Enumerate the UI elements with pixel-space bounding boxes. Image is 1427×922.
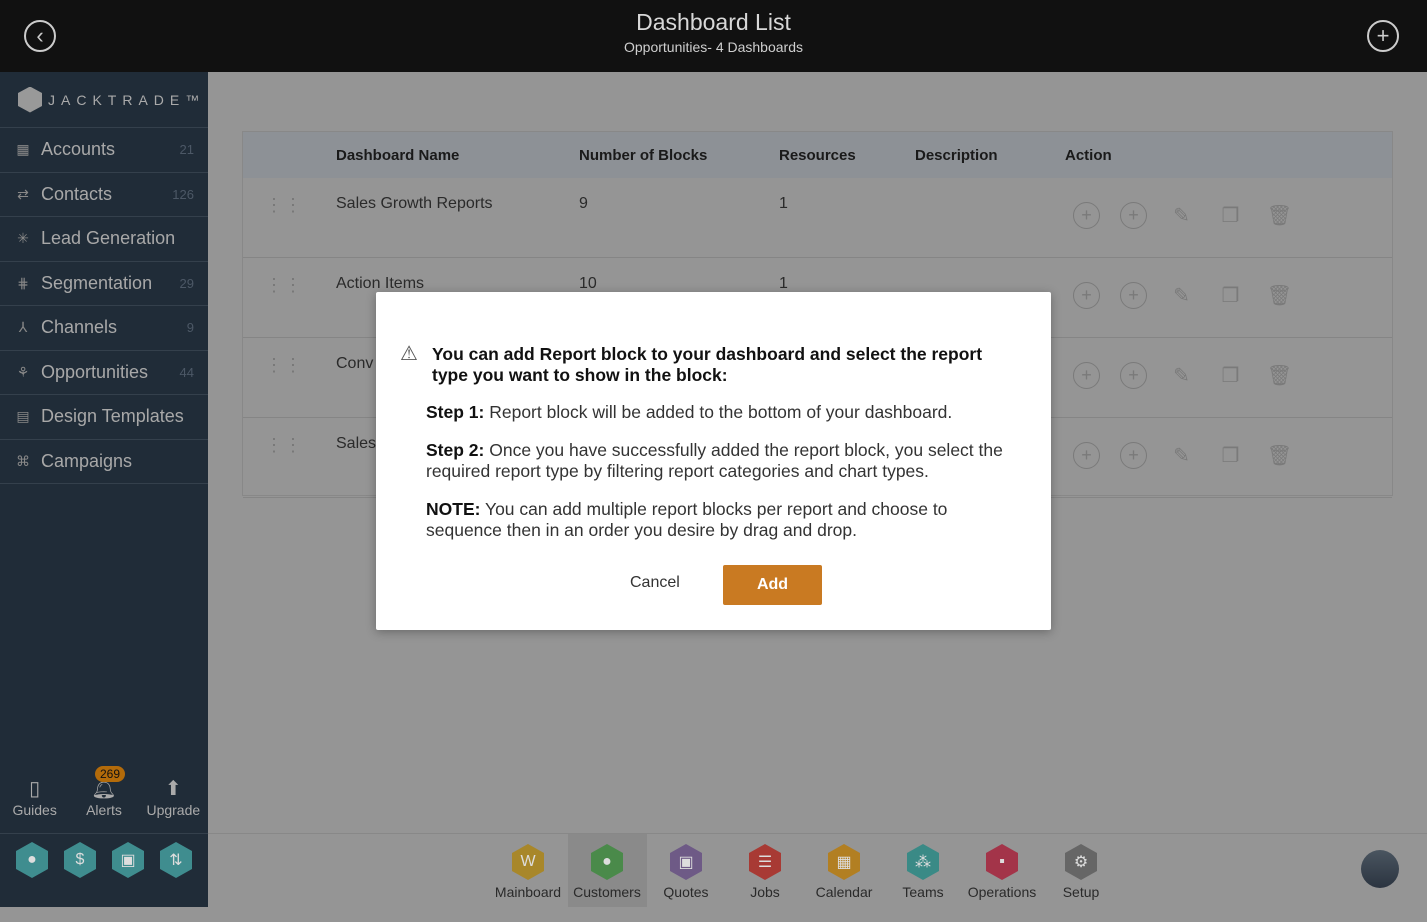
- page-subtitle: Opportunities- 4 Dashboards: [624, 39, 803, 55]
- trash-icon[interactable]: 🗑︎: [1265, 442, 1294, 469]
- calendar-icon: ▦: [828, 844, 860, 880]
- sidebar-item-campaigns[interactable]: ⌘ Campaigns: [0, 440, 208, 484]
- jobs-icon: ☰: [749, 844, 781, 880]
- money-hex-icon[interactable]: ▣: [112, 842, 144, 878]
- sidebar-item-lead-generation[interactable]: ✳ Lead Generation: [0, 217, 208, 262]
- back-button[interactable]: ‹: [24, 20, 56, 52]
- add-button[interactable]: Add: [723, 565, 822, 605]
- app-calendar[interactable]: ▦ Calendar: [805, 834, 884, 908]
- add-block-icon[interactable]: +: [1073, 202, 1100, 229]
- flow-hex-icon[interactable]: ⇅: [160, 842, 192, 878]
- mainboard-icon: W: [512, 844, 544, 880]
- add-icon[interactable]: +: [1120, 442, 1147, 469]
- guides-button[interactable]: ▯ Guides: [5, 776, 65, 833]
- sidebar-item-design-templates[interactable]: ▤ Design Templates: [0, 395, 208, 440]
- edit-pencil-icon[interactable]: ✎: [1167, 202, 1196, 229]
- page-title: Dashboard List: [636, 9, 791, 35]
- logo-hex-icon: [18, 86, 42, 113]
- item-count: 29: [179, 275, 194, 291]
- item-count: 21: [179, 142, 194, 157]
- alerts-button[interactable]: 🔔︎ 269 Alerts: [74, 766, 134, 833]
- add-icon[interactable]: +: [1120, 362, 1147, 389]
- add-dashboard-button[interactable]: +: [1367, 20, 1399, 52]
- setup-icon: ⚙: [1065, 844, 1097, 880]
- customers-icon: ●: [591, 844, 623, 880]
- drag-handle-icon[interactable]: ⋮⋮: [265, 355, 303, 376]
- add-icon[interactable]: +: [1120, 282, 1147, 309]
- operations-icon: ▪: [986, 844, 1018, 880]
- sidebar-item-channels[interactable]: ⅄ Channels 9: [0, 306, 208, 351]
- edit-pencil-icon[interactable]: ✎: [1167, 442, 1196, 469]
- warning-icon: ⚠: [400, 343, 418, 365]
- sidebar-item-contacts[interactable]: ⇄ Contacts 126: [0, 173, 208, 217]
- trash-icon[interactable]: 🗑︎: [1265, 202, 1294, 229]
- app-quotes[interactable]: ▣ Quotes: [647, 834, 726, 908]
- header: ‹ Dashboard List Opportunities- 4 Dashbo…: [0, 0, 1427, 72]
- arrow-up-icon: ⬆: [164, 778, 182, 800]
- add-report-block-dialog: ⚠ You can add Report block to your dashbo…: [376, 292, 1051, 630]
- add-icon[interactable]: +: [1120, 202, 1147, 229]
- app-jobs[interactable]: ☰ Jobs: [726, 834, 805, 908]
- logo: JACKTRADE™: [0, 72, 208, 128]
- copy-icon[interactable]: ❐: [1216, 442, 1245, 469]
- table-row[interactable]: ⋮⋮ Sales Growth Reports 9 1 + + ✎ ❐ 🗑︎: [243, 178, 1392, 258]
- channels-icon: ⅄: [18, 319, 28, 336]
- app-customers[interactable]: ● Customers: [567, 834, 647, 908]
- cancel-button[interactable]: Cancel: [630, 574, 680, 592]
- dollar-hex-icon[interactable]: $: [64, 842, 96, 878]
- drag-handle-icon[interactable]: ⋮⋮: [265, 435, 303, 456]
- trash-icon[interactable]: 🗑︎: [1265, 362, 1294, 389]
- teams-icon: ⁂: [907, 844, 939, 880]
- segmentation-icon: ⋕: [17, 274, 29, 291]
- user-avatar[interactable]: [1361, 850, 1399, 888]
- sidebar: JACKTRADE™ ▦ Accounts 21 ⇄ Contacts 126 ✳ Lead …: [0, 72, 208, 907]
- templates-icon: ▤: [16, 408, 30, 425]
- book-icon: ▯: [29, 778, 41, 800]
- add-block-icon[interactable]: +: [1073, 442, 1100, 469]
- table-header: Dashboard Name Number of Blocks Resource…: [243, 132, 1392, 178]
- lead-icon: ✳: [17, 230, 29, 247]
- edit-pencil-icon[interactable]: ✎: [1167, 362, 1196, 389]
- plus-icon: +: [1376, 23, 1390, 48]
- copy-icon[interactable]: ❐: [1216, 202, 1245, 229]
- item-count: 44: [179, 364, 194, 380]
- quotes-icon: ▣: [670, 844, 702, 880]
- edit-pencil-icon[interactable]: ✎: [1167, 282, 1196, 309]
- add-block-icon[interactable]: +: [1073, 282, 1100, 309]
- app-setup[interactable]: ⚙ Setup: [1042, 834, 1121, 908]
- contacts-icon: ⇄: [17, 185, 29, 202]
- campaigns-icon: ⌘: [16, 452, 30, 469]
- drag-handle-icon[interactable]: ⋮⋮: [265, 275, 303, 296]
- drag-handle-icon[interactable]: ⋮⋮: [265, 195, 303, 216]
- item-count: 9: [186, 320, 194, 335]
- sidebar-item-accounts[interactable]: ▦ Accounts 21: [0, 128, 208, 173]
- item-count: 126: [172, 186, 194, 202]
- alerts-badge: 269: [94, 766, 126, 782]
- sidebar-item-segmentation[interactable]: ⋕ Segmentation 29: [0, 262, 208, 306]
- app-mainboard[interactable]: W Mainboard: [489, 834, 568, 908]
- opportunities-icon: ⚘: [16, 363, 30, 380]
- copy-icon[interactable]: ❐: [1216, 362, 1245, 389]
- building-icon: ▦: [16, 141, 30, 158]
- app-bar: W Mainboard ● Customers ▣ Quotes ☰ Jobs ▦ Calenda…: [208, 833, 1427, 908]
- trash-icon[interactable]: 🗑︎: [1265, 282, 1294, 309]
- app-teams[interactable]: ⁂ Teams: [884, 834, 963, 908]
- user-hex-icon[interactable]: ●: [16, 842, 48, 878]
- app-operations[interactable]: ▪ Operations: [963, 834, 1042, 908]
- copy-icon[interactable]: ❐: [1216, 282, 1245, 309]
- sidebar-item-opportunities[interactable]: ⚘ Opportunities 44: [0, 351, 208, 395]
- add-block-icon[interactable]: +: [1073, 362, 1100, 389]
- chevron-left-icon: ‹: [36, 23, 44, 48]
- upgrade-button[interactable]: ⬆ Upgrade: [143, 776, 203, 833]
